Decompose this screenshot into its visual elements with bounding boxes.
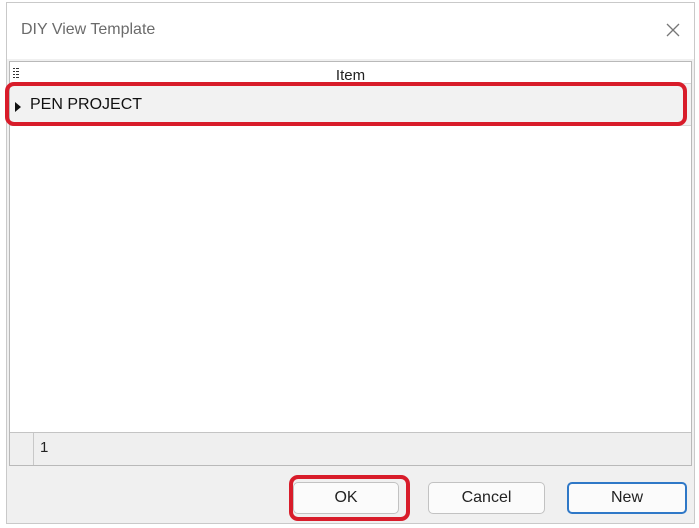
triangle-right-icon[interactable]	[14, 99, 22, 117]
grid-header: Item	[10, 62, 691, 84]
diy-view-template-dialog: DIY View Template Item PEN PROJECT 1	[6, 2, 695, 524]
new-button[interactable]: New	[567, 482, 687, 514]
close-button[interactable]	[656, 13, 690, 47]
template-grid: Item PEN PROJECT 1	[9, 61, 692, 466]
dialog-title: DIY View Template	[21, 21, 156, 38]
grid-footer: 1	[10, 432, 691, 465]
table-row-pen-project[interactable]: PEN PROJECT	[10, 84, 691, 126]
row-label: PEN PROJECT	[30, 96, 143, 113]
row-count: 1	[40, 439, 49, 456]
title-bar: DIY View Template	[7, 3, 694, 59]
close-icon	[666, 23, 680, 37]
column-header-item[interactable]: Item	[10, 67, 691, 84]
ok-button[interactable]: OK	[293, 482, 399, 514]
cancel-button[interactable]: Cancel	[428, 482, 545, 514]
footer-divider	[33, 433, 34, 465]
